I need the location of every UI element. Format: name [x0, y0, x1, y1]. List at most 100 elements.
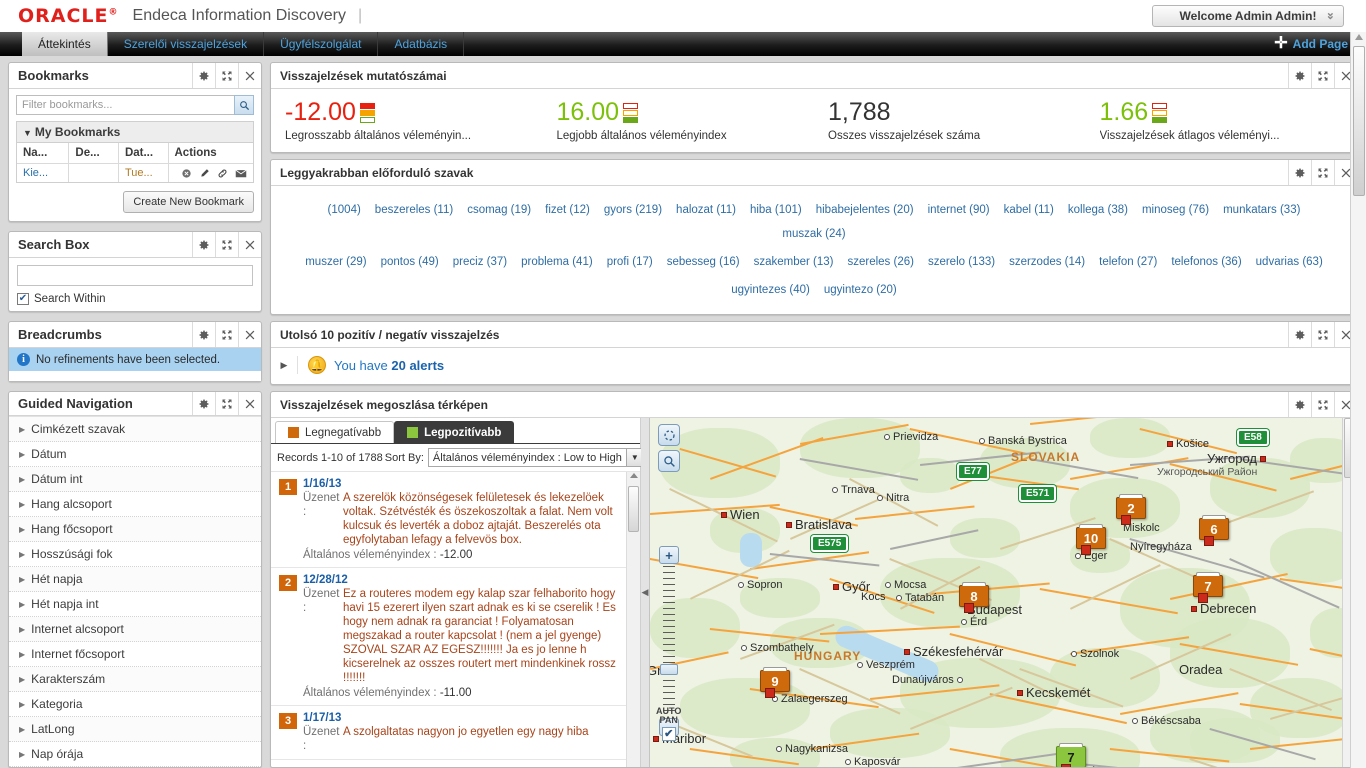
- word-cloud-term[interactable]: kabel (11): [1004, 200, 1054, 220]
- maximize-icon[interactable]: [1311, 63, 1334, 88]
- gear-icon[interactable]: [192, 232, 215, 257]
- sort-by-select[interactable]: Általános véleményindex : Low to High ▼: [427, 448, 644, 467]
- maximize-icon[interactable]: [215, 392, 238, 416]
- word-cloud-term[interactable]: ugyintezo (20): [824, 280, 897, 300]
- alerts-message[interactable]: You have 20 alerts: [334, 358, 444, 373]
- word-cloud-term[interactable]: muszak (24): [782, 224, 845, 244]
- map-cluster-marker[interactable]: 8: [959, 582, 989, 613]
- maximize-icon[interactable]: [1311, 160, 1334, 185]
- map-cluster-marker[interactable]: 6: [1199, 515, 1229, 546]
- zoom-box-icon[interactable]: [658, 450, 680, 472]
- word-cloud-term[interactable]: minoseg (76): [1142, 200, 1209, 220]
- search-within-row[interactable]: ✔ Search Within: [17, 293, 253, 305]
- page-scroll-up-arrow-icon[interactable]: [1355, 34, 1363, 40]
- search-within-checkbox[interactable]: ✔: [17, 293, 29, 305]
- bookmark-name-link[interactable]: Kie...: [17, 163, 70, 182]
- word-cloud-term[interactable]: hiba (101): [750, 200, 802, 220]
- guided-nav-item[interactable]: ▶ Hang alcsoport: [9, 492, 261, 518]
- word-cloud-term[interactable]: problema (41): [521, 252, 593, 272]
- word-cloud-term[interactable]: pontos (49): [381, 252, 439, 272]
- bookmarks-group-header[interactable]: ▼ My Bookmarks: [17, 122, 253, 143]
- maximize-icon[interactable]: [1311, 322, 1334, 347]
- tab-legnegativabb[interactable]: Legnegatívabb: [275, 421, 395, 443]
- maximize-icon[interactable]: [215, 63, 238, 88]
- panel-collapse-handle[interactable]: ◀: [641, 418, 650, 767]
- search-icon[interactable]: [234, 95, 254, 115]
- word-cloud-term[interactable]: kollega (38): [1068, 200, 1128, 220]
- page-scrollbar[interactable]: [1350, 32, 1366, 768]
- record-date[interactable]: 1/17/13: [303, 712, 620, 724]
- gear-icon[interactable]: [192, 63, 215, 88]
- gear-icon[interactable]: [1288, 160, 1311, 185]
- word-cloud-term[interactable]: szerzodes (14): [1009, 252, 1085, 272]
- word-cloud-term[interactable]: telefonos (36): [1171, 252, 1241, 272]
- gear-icon[interactable]: [192, 322, 215, 347]
- zoom-thumb[interactable]: [660, 664, 678, 675]
- guided-nav-item[interactable]: ▶ Cimkézett szavak: [9, 417, 261, 443]
- guided-nav-item[interactable]: ▶ Dátum int: [9, 467, 261, 493]
- close-icon[interactable]: [238, 392, 261, 416]
- guided-nav-item[interactable]: ▶ Hét napja int: [9, 592, 261, 618]
- guided-nav-item[interactable]: ▶ Kategoria: [9, 692, 261, 718]
- auto-pan-checkbox[interactable]: ✔: [661, 727, 676, 741]
- word-cloud-term[interactable]: muszer (29): [305, 252, 366, 272]
- bookmarks-filter-input[interactable]: [16, 95, 234, 115]
- guided-nav-item[interactable]: ▶ Dátum: [9, 442, 261, 468]
- gear-icon[interactable]: [1288, 392, 1311, 417]
- nav-tab-szereloi-visszajelzesek[interactable]: Szerelői visszajelzések: [108, 32, 265, 56]
- word-cloud-term[interactable]: halozat (11): [676, 200, 736, 220]
- maximize-icon[interactable]: [1311, 392, 1334, 417]
- scroll-up-arrow-icon[interactable]: [630, 473, 638, 478]
- tab-legpozitivabb[interactable]: Legpozitívabb: [394, 421, 515, 443]
- create-new-bookmark-button[interactable]: Create New Bookmark: [123, 191, 254, 213]
- guided-nav-item[interactable]: ▶ Internet főcsoport: [9, 642, 261, 668]
- word-cloud-term[interactable]: fizet (12): [545, 200, 590, 220]
- word-cloud-term[interactable]: szereles (26): [847, 252, 913, 272]
- add-page-button[interactable]: ✛ Add Page: [1274, 32, 1348, 56]
- nav-tab-attekintes[interactable]: Áttekintés: [22, 32, 108, 56]
- nav-tab-ugyfelszolgalat[interactable]: Ügyfélszolgálat: [264, 32, 379, 56]
- maximize-icon[interactable]: [215, 232, 238, 257]
- guided-nav-item[interactable]: ▶ Hét napja: [9, 567, 261, 593]
- guided-nav-item[interactable]: ▶ Internet alcsoport: [9, 617, 261, 643]
- close-icon[interactable]: [238, 232, 261, 257]
- edit-icon[interactable]: [199, 168, 210, 179]
- maximize-icon[interactable]: [215, 322, 238, 347]
- map-cluster-marker[interactable]: 7: [1056, 743, 1086, 767]
- word-cloud-term[interactable]: gyors (219): [604, 200, 662, 220]
- link-icon[interactable]: [217, 168, 228, 179]
- scrollbar-thumb[interactable]: [628, 486, 639, 532]
- record-item[interactable]: 3 1/17/13 Üzenet :A szolgaltatas nagyon jo…: [271, 706, 626, 760]
- map-cluster-marker[interactable]: 7: [1193, 572, 1223, 603]
- map-cluster-marker[interactable]: 10: [1076, 524, 1106, 555]
- guided-nav-item[interactable]: ▶ Hosszúsági fok: [9, 542, 261, 568]
- auto-pan-control[interactable]: AUTO PAN ✔: [656, 707, 681, 741]
- gear-icon[interactable]: [192, 392, 215, 416]
- word-cloud-term[interactable]: csomag (19): [467, 200, 531, 220]
- zoom-in-button[interactable]: +: [659, 546, 679, 564]
- map-cluster-marker[interactable]: 2: [1116, 494, 1146, 525]
- page-scroll-thumb[interactable]: [1353, 46, 1365, 196]
- record-date[interactable]: 1/16/13: [303, 478, 620, 490]
- guided-nav-item[interactable]: ▶ Hang főcsoport: [9, 517, 261, 543]
- map-cluster-marker[interactable]: 9: [760, 667, 790, 698]
- map-canvas[interactable]: SLOVAKIA HUNGARY Ужгородський Район Prievid…: [650, 418, 1342, 767]
- zoom-track[interactable]: [660, 566, 678, 716]
- expand-triangle-icon[interactable]: ▶: [271, 360, 297, 371]
- guided-nav-item[interactable]: ▶ Karakterszám: [9, 667, 261, 693]
- pan-tool-icon[interactable]: [658, 424, 680, 446]
- gear-icon[interactable]: [1288, 63, 1311, 88]
- word-cloud-term[interactable]: profi (17): [607, 252, 653, 272]
- word-cloud-term[interactable]: internet (90): [928, 200, 990, 220]
- welcome-user-menu[interactable]: Welcome Admin Admin! ⌄ ⌄: [1152, 5, 1344, 27]
- word-cloud-term[interactable]: munkatars (33): [1223, 200, 1300, 220]
- word-cloud-term[interactable]: hibabejelentes (20): [816, 200, 914, 220]
- record-item[interactable]: 1 1/16/13 Üzenet :A szerelök közönségesek …: [271, 472, 626, 568]
- word-cloud-term[interactable]: ugyintezes (40): [731, 280, 810, 300]
- map-viewport[interactable]: SLOVAKIA HUNGARY Ужгородський Район Prievid…: [650, 418, 1342, 767]
- word-cloud-term[interactable]: (1004): [328, 200, 361, 220]
- word-cloud-term[interactable]: sebesseg (16): [667, 252, 740, 272]
- nav-tab-adatbazis[interactable]: Adatbázis: [378, 32, 465, 56]
- word-cloud-term[interactable]: telefon (27): [1099, 252, 1157, 272]
- email-icon[interactable]: [234, 168, 247, 179]
